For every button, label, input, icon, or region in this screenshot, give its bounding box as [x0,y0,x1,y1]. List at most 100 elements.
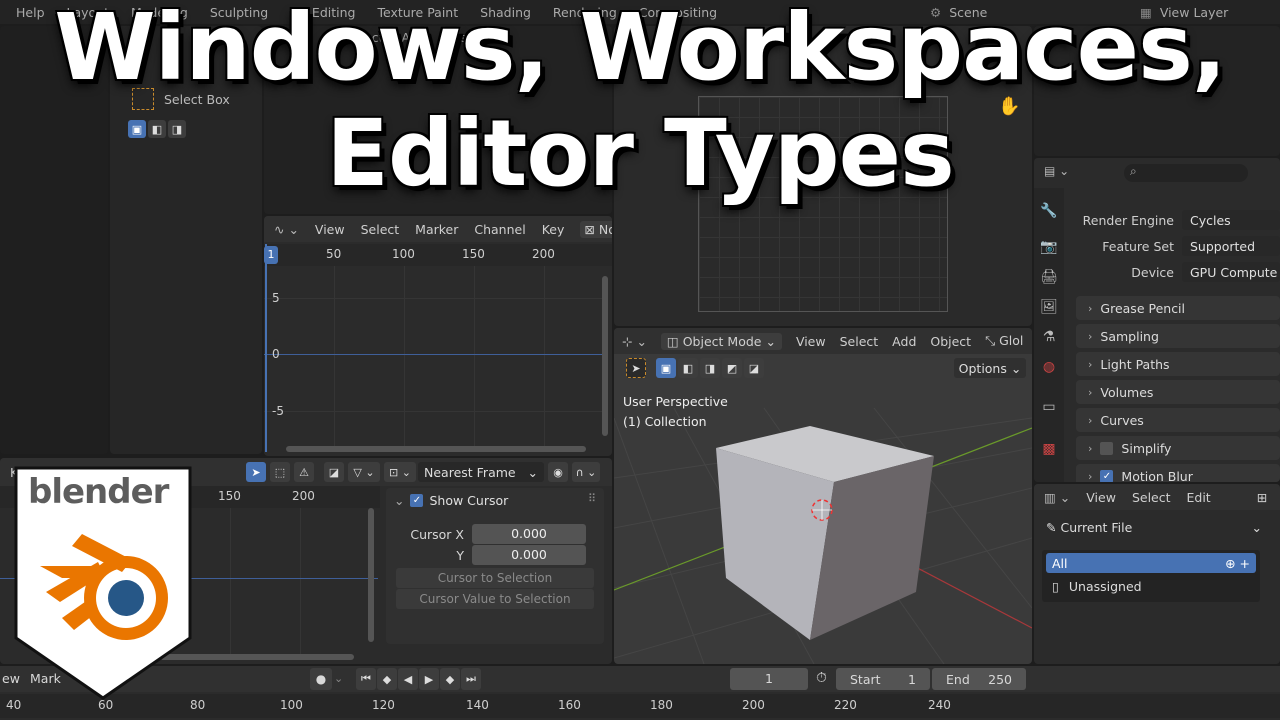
mode-dropdown[interactable]: ◫ Object Mode ⌄ [660,332,782,350]
x-tick: 100 [392,247,415,261]
outliner-menu-view[interactable]: View [1086,490,1116,505]
horizontal-scrollbar[interactable] [286,446,586,452]
timeline-tick: 100 [280,698,303,712]
end-field[interactable]: End 250 [932,668,1026,690]
motion-blur-checkbox[interactable]: ✓ [1100,469,1114,482]
device-dropdown[interactable]: GPU Compute [1182,262,1280,282]
filter-icon[interactable]: ▽ ⌄ [348,462,380,482]
falloff-icon[interactable]: ∩ ⌄ [572,462,600,482]
viewport-menu-object[interactable]: Object [930,334,971,349]
play-reverse-icon[interactable]: ◀ [398,668,418,690]
catalog-all[interactable]: All ⊕ + [1046,553,1256,573]
viewport-header: ⊹ ⌄ ◫ Object Mode ⌄ View Select Add Obje… [614,328,1032,354]
section-curves[interactable]: › Curves [1076,408,1280,432]
section-volumes[interactable]: › Volumes [1076,380,1280,404]
graph-menu-marker[interactable]: Marker [415,222,458,237]
section-motion-blur[interactable]: › ✓ Motion Blur [1076,464,1280,482]
play-icon[interactable]: ▶ [419,668,439,690]
graph-menu-key[interactable]: Key [542,222,565,237]
properties-tab-strip: 🔧 📷 🖨 🖼 ⚗ ◍ ▭ ▩ [1034,188,1064,482]
proportional-edit[interactable]: ◉ ∩ ⌄ [548,462,600,482]
add-catalog-icon[interactable]: ⊕ + [1225,556,1250,571]
editor-type-icon[interactable]: ⊹ ⌄ [622,334,647,349]
record-button[interactable]: ● [310,668,332,690]
start-field[interactable]: Start 1 [836,668,930,690]
chevron-down-icon: ⌄ [1010,360,1022,376]
stopwatch-icon[interactable]: ⏱ [816,670,827,686]
editor-type-icon[interactable]: ▥ ⌄ [1044,490,1070,505]
x-tick: 50 [326,247,342,261]
scene-tab-icon[interactable]: ⚗ [1040,328,1058,346]
current-frame-field[interactable]: 1 [730,668,808,690]
warning-icon[interactable]: ⚠ [294,462,314,482]
current-file-dropdown[interactable]: ✎ Current File ⌄ [1042,516,1266,538]
vertical-scrollbar[interactable] [602,276,608,436]
texture-tab-icon[interactable]: ▩ [1040,440,1058,458]
collection-tab-icon[interactable]: ▭ [1040,398,1058,416]
select-new-icon[interactable]: ▣ [656,358,676,378]
cursor-tool-icon[interactable]: ➤ [246,462,266,482]
simplify-checkbox[interactable] [1100,441,1114,455]
cursor-value-to-selection-button[interactable]: Cursor Value to Selection [396,589,594,609]
world-tab-icon[interactable]: ◍ [1040,358,1058,376]
graph-menu-channel[interactable]: Channel [474,222,525,237]
next-keyframe-icon[interactable]: ◆ [440,668,460,690]
select-subtract-icon[interactable]: ◨ [700,358,720,378]
transform-orientation[interactable]: ⤡ Glol [985,333,1023,349]
section-grease-pencil[interactable]: › Grease Pencil [1076,296,1280,320]
nearest-frame-dropdown[interactable]: Nearest Frame ⌄ [418,462,544,482]
grid-view-icon[interactable]: ⊞ [1257,490,1267,505]
record-options[interactable]: ⌄ [334,668,352,690]
section-label: Sampling [1100,328,1159,344]
box-select-icon[interactable]: ⬚ [270,462,290,482]
orientation-icon: ⤡ [985,333,996,348]
chevron-right-icon: › [1088,301,1093,315]
viewport-floor[interactable] [614,328,1032,664]
select-intersect-icon[interactable]: ◪ [744,358,764,378]
viewport-menu-add[interactable]: Add [892,334,916,349]
outliner-menu-select[interactable]: Select [1132,490,1171,505]
catalog-unassigned-label: Unassigned [1068,578,1142,594]
normalize-button[interactable]: ⊠ No [580,220,612,238]
lower-scrollbar-v[interactable] [368,508,374,642]
chevron-down-icon: ⌄ [765,333,776,349]
pivot-icon[interactable]: ⊡ ⌄ [384,462,416,482]
select-extend-icon[interactable]: ◧ [678,358,698,378]
cursor-y-field[interactable]: 0.000 [472,545,586,565]
editor-type-icon[interactable]: ∿ ⌄ [274,222,299,237]
select-tool-icon[interactable]: ➤ [626,358,646,378]
graph-menu-view[interactable]: View [315,222,345,237]
jump-start-icon[interactable]: ⏮ [356,668,376,690]
extrapolation-icon[interactable]: ◪ [324,462,344,482]
feature-set-dropdown[interactable]: Supported [1182,236,1280,256]
render-engine-dropdown[interactable]: Cycles [1182,210,1280,230]
show-cursor-checkbox[interactable]: ✓ [410,494,424,507]
cursor-x-field[interactable]: 0.000 [472,524,586,544]
start-label: Start [850,671,881,687]
outliner-header: ▥ ⌄ View Select Edit ⊞ [1034,484,1280,510]
outliner-menu-edit[interactable]: Edit [1187,490,1211,505]
view-layer-tab-icon[interactable]: 🖼 [1040,298,1058,316]
jump-end-icon[interactable]: ⏭ [461,668,481,690]
proportional-icon[interactable]: ◉ [548,462,568,482]
viewport-menu-select[interactable]: Select [840,334,879,349]
show-cursor-header[interactable]: ⌄ ✓ Show Cursor [394,493,508,508]
cursor-to-selection-button[interactable]: Cursor to Selection [396,568,594,588]
chevron-down-icon: ⌄ [527,464,538,480]
select-invert-icon[interactable]: ◩ [722,358,742,378]
drag-handle-icon[interactable]: ⠿ [588,492,596,505]
catalog-unassigned[interactable]: ▯ Unassigned [1046,576,1256,596]
viewport-menu-view[interactable]: View [796,334,826,349]
timeline-tick: 220 [834,698,857,712]
section-simplify[interactable]: › Simplify [1076,436,1280,460]
frame-ruler[interactable]: 1 50 100 150 200 [264,244,612,266]
prev-keyframe-icon[interactable]: ◆ [377,668,397,690]
section-sampling[interactable]: › Sampling [1076,324,1280,348]
timeline-tick: 180 [650,698,673,712]
graph-canvas[interactable]: 5 0 -5 [264,244,604,452]
playback-controls: ⏮ ◆ ◀ ▶ ◆ ⏭ [356,668,481,690]
timeline-tick: 120 [372,698,395,712]
section-light-paths[interactable]: › Light Paths [1076,352,1280,376]
options-dropdown[interactable]: Options ⌄ [954,358,1026,378]
graph-menu-select[interactable]: Select [361,222,400,237]
